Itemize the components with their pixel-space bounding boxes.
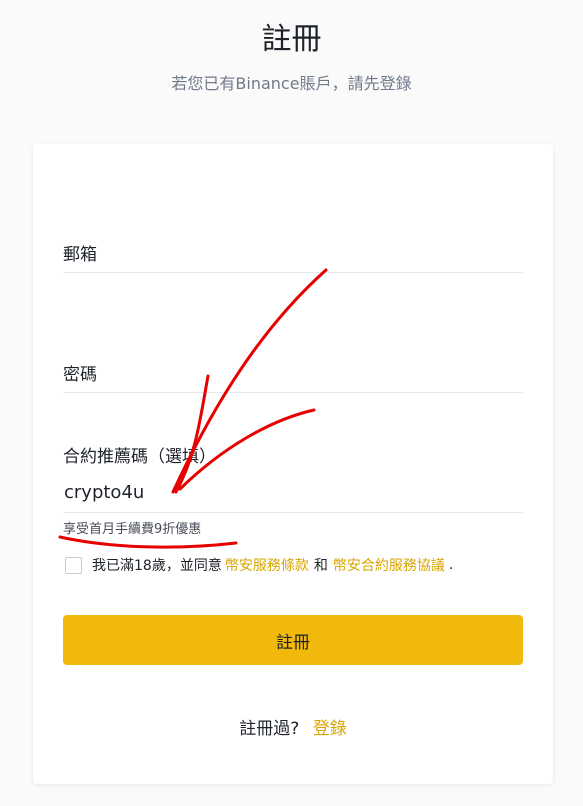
password-underline	[63, 392, 523, 393]
referral-label: 合約推薦碼（選填）	[63, 447, 216, 467]
login-link[interactable]: 登錄	[313, 719, 347, 739]
age-consent-checkbox[interactable]	[65, 556, 82, 574]
terms-link[interactable]: 幣安服務條款	[225, 555, 309, 575]
email-label: 郵箱	[63, 245, 97, 265]
page-subtitle: 若您已有Binance賬戶，請先登錄	[171, 74, 412, 93]
referral-underline	[63, 512, 523, 513]
login-prompt: 註冊過? 登錄	[33, 714, 553, 739]
page-title: 註冊	[261, 22, 322, 57]
consent-and: 和	[313, 558, 328, 574]
signup-card: 郵箱 密碼 合約推薦碼（選填） crypto4u 享受首月手續費9折優惠 我已滿…	[33, 144, 553, 784]
password-field[interactable]: 密碼	[63, 360, 523, 393]
consent-row: 我已滿18歲，並同意 幣安服務條款 和 幣安合約服務協議 .	[65, 555, 535, 575]
promo-text: 享受首月手續費9折優惠	[63, 522, 202, 537]
email-field[interactable]: 郵箱	[63, 240, 523, 273]
referral-code-field[interactable]: 合約推薦碼（選填） crypto4u	[63, 442, 523, 513]
register-button[interactable]: 註冊	[63, 615, 523, 665]
email-underline	[63, 272, 523, 273]
registered-text: 註冊過?	[239, 719, 300, 739]
referral-code-value[interactable]: crypto4u	[64, 482, 144, 503]
consent-suffix: .	[448, 557, 454, 573]
consent-prefix: 我已滿18歲，並同意	[92, 558, 222, 574]
futures-terms-link[interactable]: 幣安合約服務協議	[333, 555, 445, 575]
password-label: 密碼	[63, 365, 97, 385]
